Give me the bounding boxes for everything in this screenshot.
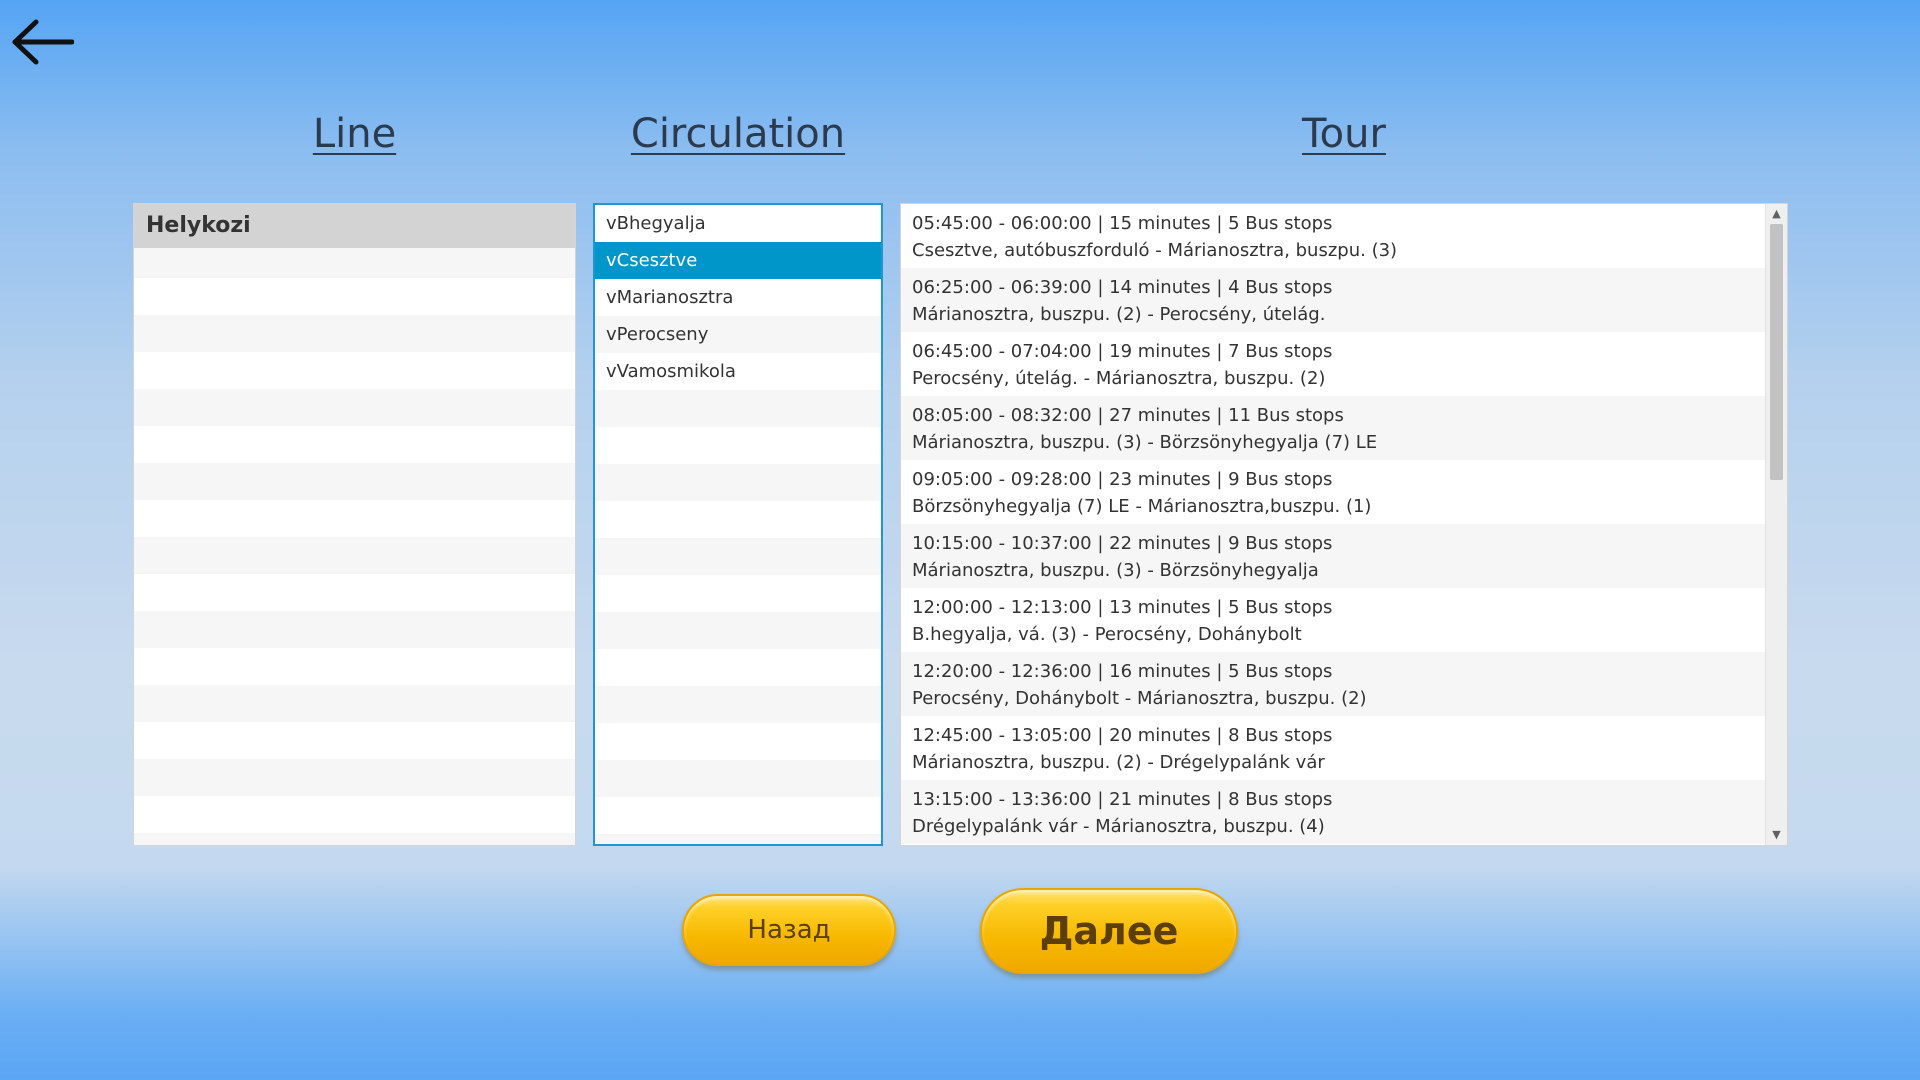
- tour-item[interactable]: 12:20:00 - 12:36:00 | 16 minutes | 5 Bus…: [901, 652, 1765, 716]
- scrollbar-thumb[interactable]: [1770, 224, 1783, 480]
- tour-route: Márianosztra, buszpu. (2) - Drégelypalán…: [912, 752, 1325, 773]
- tour-route: Perocsény, útelág. - Márianosztra, buszp…: [912, 368, 1326, 389]
- tour-summary: 13:15:00 - 13:36:00 | 21 minutes | 8 Bus…: [912, 789, 1333, 810]
- tour-item[interactable]: 05:45:00 - 06:00:00 | 15 minutes | 5 Bus…: [901, 204, 1765, 268]
- tour-item[interactable]: 06:45:00 - 07:04:00 | 19 minutes | 7 Bus…: [901, 332, 1765, 396]
- circulation-item[interactable]: vPerocseny: [595, 316, 881, 353]
- tour-summary: 12:00:00 - 12:13:00 | 13 minutes | 5 Bus…: [912, 597, 1333, 618]
- tour-route: Drégelypalánk vár - Márianosztra, buszpu…: [912, 816, 1325, 837]
- line-list[interactable]: Helykozi: [133, 203, 576, 846]
- next-button[interactable]: Далее: [980, 888, 1238, 974]
- tour-route: Márianosztra, buszpu. (3) - Börzsönyhegy…: [912, 560, 1319, 581]
- tour-summary: 12:45:00 - 13:05:00 | 20 minutes | 8 Bus…: [912, 725, 1333, 746]
- tour-summary: 10:15:00 - 10:37:00 | 22 minutes | 9 Bus…: [912, 533, 1333, 554]
- tour-item[interactable]: 10:15:00 - 10:37:00 | 22 minutes | 9 Bus…: [901, 524, 1765, 588]
- circulation-header: Circulation: [630, 111, 846, 157]
- circulation-list[interactable]: vBhegyalja vCsesztve vMarianosztra vPero…: [593, 203, 883, 846]
- tour-item[interactable]: 08:05:00 - 08:32:00 | 27 minutes | 11 Bu…: [901, 396, 1765, 460]
- tour-route: B.hegyalja, vá. (3) - Perocsény, Dohányb…: [912, 624, 1302, 645]
- tour-item[interactable]: 12:45:00 - 13:05:00 | 20 minutes | 8 Bus…: [901, 716, 1765, 780]
- line-header: Line: [312, 111, 397, 157]
- tour-route: Márianosztra, buszpu. (2) - Perocsény, ú…: [912, 304, 1326, 325]
- back-button[interactable]: Назад: [682, 894, 896, 966]
- tour-route: Perocsény, Dohánybolt - Márianosztra, bu…: [912, 688, 1367, 709]
- circulation-item-selected[interactable]: vCsesztve: [595, 242, 881, 279]
- tour-item[interactable]: 13:15:00 - 13:36:00 | 21 minutes | 8 Bus…: [901, 780, 1765, 844]
- tour-header: Tour: [1302, 111, 1386, 157]
- tour-item[interactable]: 06:25:00 - 06:39:00 | 14 minutes | 4 Bus…: [901, 268, 1765, 332]
- tour-item[interactable]: 12:00:00 - 12:13:00 | 13 minutes | 5 Bus…: [901, 588, 1765, 652]
- circulation-item[interactable]: vMarianosztra: [595, 279, 881, 316]
- tour-route: Márianosztra, buszpu. (3) - Börzsönyhegy…: [912, 432, 1378, 453]
- line-item-helykozi[interactable]: Helykozi: [134, 204, 575, 248]
- circulation-item[interactable]: vVamosmikola: [595, 353, 881, 390]
- back-arrow-icon[interactable]: [10, 14, 75, 70]
- tour-scrollbar[interactable]: ▲ ▼: [1765, 204, 1787, 845]
- tour-summary: 08:05:00 - 08:32:00 | 27 minutes | 11 Bu…: [912, 405, 1344, 426]
- tour-summary: 06:45:00 - 07:04:00 | 19 minutes | 7 Bus…: [912, 341, 1333, 362]
- tour-summary: 09:05:00 - 09:28:00 | 23 minutes | 9 Bus…: [912, 469, 1333, 490]
- tour-summary: 05:45:00 - 06:00:00 | 15 minutes | 5 Bus…: [912, 213, 1333, 234]
- tour-route: Börzsönyhegyalja (7) LE - Márianosztra,b…: [912, 496, 1372, 517]
- chevron-down-icon[interactable]: ▼: [1766, 825, 1787, 845]
- circulation-item[interactable]: vBhegyalja: [595, 205, 881, 242]
- tour-summary: 12:20:00 - 12:36:00 | 16 minutes | 5 Bus…: [912, 661, 1333, 682]
- tour-summary: 06:25:00 - 06:39:00 | 14 minutes | 4 Bus…: [912, 277, 1333, 298]
- tour-list[interactable]: 05:45:00 - 06:00:00 | 15 minutes | 5 Bus…: [900, 203, 1788, 846]
- tour-item[interactable]: 09:05:00 - 09:28:00 | 23 minutes | 9 Bus…: [901, 460, 1765, 524]
- tour-route: Csesztve, autóbuszforduló - Márianosztra…: [912, 240, 1398, 261]
- chevron-up-icon[interactable]: ▲: [1766, 204, 1787, 224]
